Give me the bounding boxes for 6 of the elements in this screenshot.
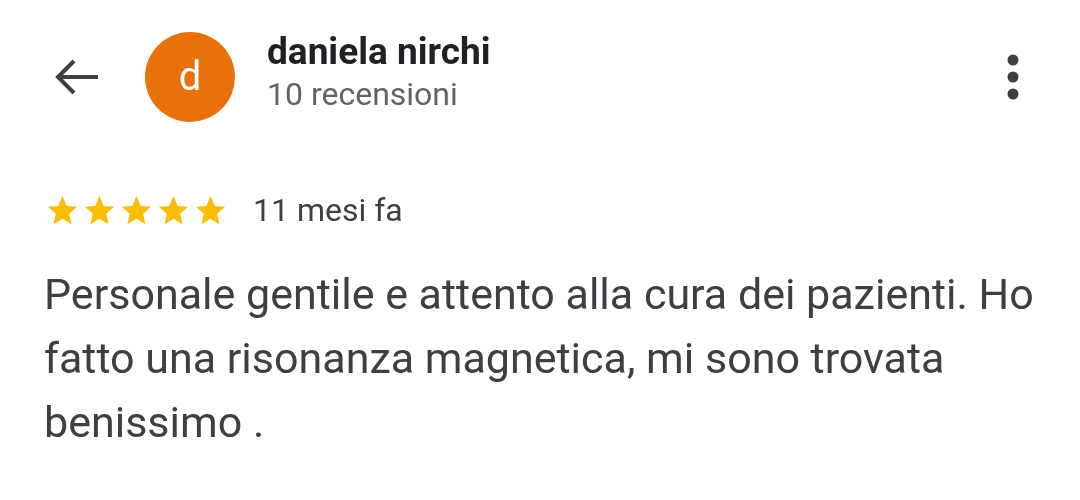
review-count: 10 recensioni <box>267 74 459 114</box>
review-time: 11 mesi fa <box>253 190 403 231</box>
review-text: Personale gentile e attento alla cura dei pazienti. Ho fatto una risonanza magnetica, mi sono trovata benissimo . <box>43 268 1035 449</box>
reviewer-name[interactable]: daniela nirchi <box>267 30 1006 74</box>
more-icon[interactable] <box>1006 53 1020 101</box>
avatar: d <box>145 32 235 122</box>
